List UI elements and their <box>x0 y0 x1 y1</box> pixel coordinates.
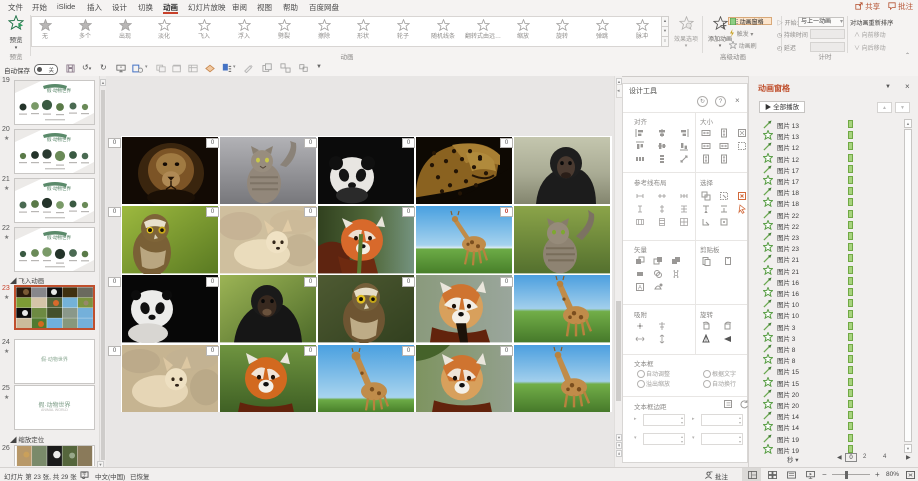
svg-text:假·动物世界: 假·动物世界 <box>47 136 71 143</box>
svg-text:字: 字 <box>82 471 87 477</box>
svg-text:假·动物世界: 假·动物世界 <box>47 87 71 94</box>
svg-text:假·动物世界: 假·动物世界 <box>47 234 71 241</box>
svg-text:假·动物世界: 假·动物世界 <box>47 185 71 192</box>
svg-text:A: A <box>638 286 642 292</box>
